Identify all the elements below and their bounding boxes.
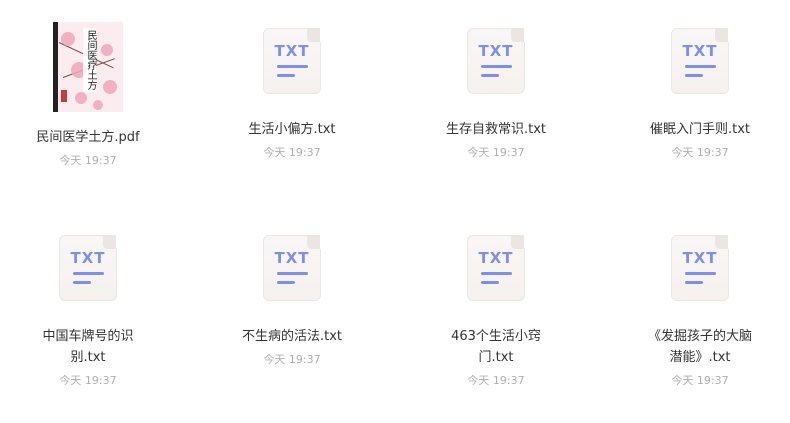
- blossom-decoration: [75, 92, 87, 104]
- file-item[interactable]: TXT 不生病的活法.txt 今天 19:37: [212, 227, 372, 417]
- blossom-decoration: [103, 80, 117, 94]
- file-item[interactable]: 民间医疗土方 民间医学土方.pdf 今天 19:37: [8, 20, 168, 210]
- txt-icon-label: TXT: [478, 42, 514, 60]
- txt-icon-label: TXT: [70, 249, 106, 267]
- txt-icon-label: TXT: [274, 42, 310, 60]
- book-cover-thumbnail: 民间医疗土方: [53, 22, 123, 112]
- blossom-decoration: [61, 32, 75, 46]
- txt-icon-label: TXT: [682, 249, 718, 267]
- txt-file-icon: TXT: [59, 235, 117, 301]
- file-name[interactable]: 催眠入门手则.txt: [620, 119, 780, 140]
- txt-file-icon: TXT: [671, 28, 729, 94]
- file-time: 今天 19:37: [59, 154, 117, 167]
- txt-icon-label: TXT: [274, 249, 310, 267]
- blossom-decoration: [101, 44, 113, 56]
- file-name[interactable]: 民间医学土方.pdf: [8, 127, 168, 148]
- txt-icon-label: TXT: [478, 249, 514, 267]
- file-grid: 民间医疗土方 民间医学土方.pdf 今天 19:37 TXT 生活小偏方.txt…: [0, 0, 790, 423]
- file-item[interactable]: TXT 催眠入门手则.txt 今天 19:37: [620, 20, 780, 210]
- file-name[interactable]: 《发掘孩子的大脑潜能》.txt: [642, 326, 758, 368]
- book-cover-title: 民间医疗土方: [83, 28, 96, 92]
- file-item[interactable]: TXT 生存自救常识.txt 今天 19:37: [416, 20, 576, 210]
- txt-icon-label: TXT: [682, 42, 718, 60]
- txt-file-icon: TXT: [671, 235, 729, 301]
- file-item[interactable]: TXT 463个生活小窍门.txt 今天 19:37: [416, 227, 576, 417]
- txt-file-icon: TXT: [467, 235, 525, 301]
- file-time: 今天 19:37: [671, 374, 729, 387]
- file-time: 今天 19:37: [671, 146, 729, 159]
- file-name[interactable]: 463个生活小窍门.txt: [446, 326, 546, 368]
- file-item[interactable]: TXT 中国车牌号的识别.txt 今天 19:37: [8, 227, 168, 417]
- file-time: 今天 19:37: [263, 146, 321, 159]
- file-item[interactable]: TXT 《发掘孩子的大脑潜能》.txt 今天 19:37: [620, 227, 780, 417]
- file-time: 今天 19:37: [467, 374, 525, 387]
- file-name[interactable]: 生存自救常识.txt: [416, 119, 576, 140]
- file-item[interactable]: TXT 生活小偏方.txt 今天 19:37: [212, 20, 372, 210]
- txt-file-icon: TXT: [263, 235, 321, 301]
- book-spine: [53, 22, 58, 112]
- file-time: 今天 19:37: [263, 353, 321, 366]
- txt-file-icon: TXT: [263, 28, 321, 94]
- red-seal-mark: [61, 90, 67, 102]
- txt-file-icon: TXT: [467, 28, 525, 94]
- file-time: 今天 19:37: [59, 374, 117, 387]
- file-time: 今天 19:37: [467, 146, 525, 159]
- blossom-decoration: [93, 100, 103, 110]
- file-name[interactable]: 中国车牌号的识别.txt: [36, 326, 140, 368]
- file-name[interactable]: 不生病的活法.txt: [212, 326, 372, 347]
- file-name[interactable]: 生活小偏方.txt: [212, 119, 372, 140]
